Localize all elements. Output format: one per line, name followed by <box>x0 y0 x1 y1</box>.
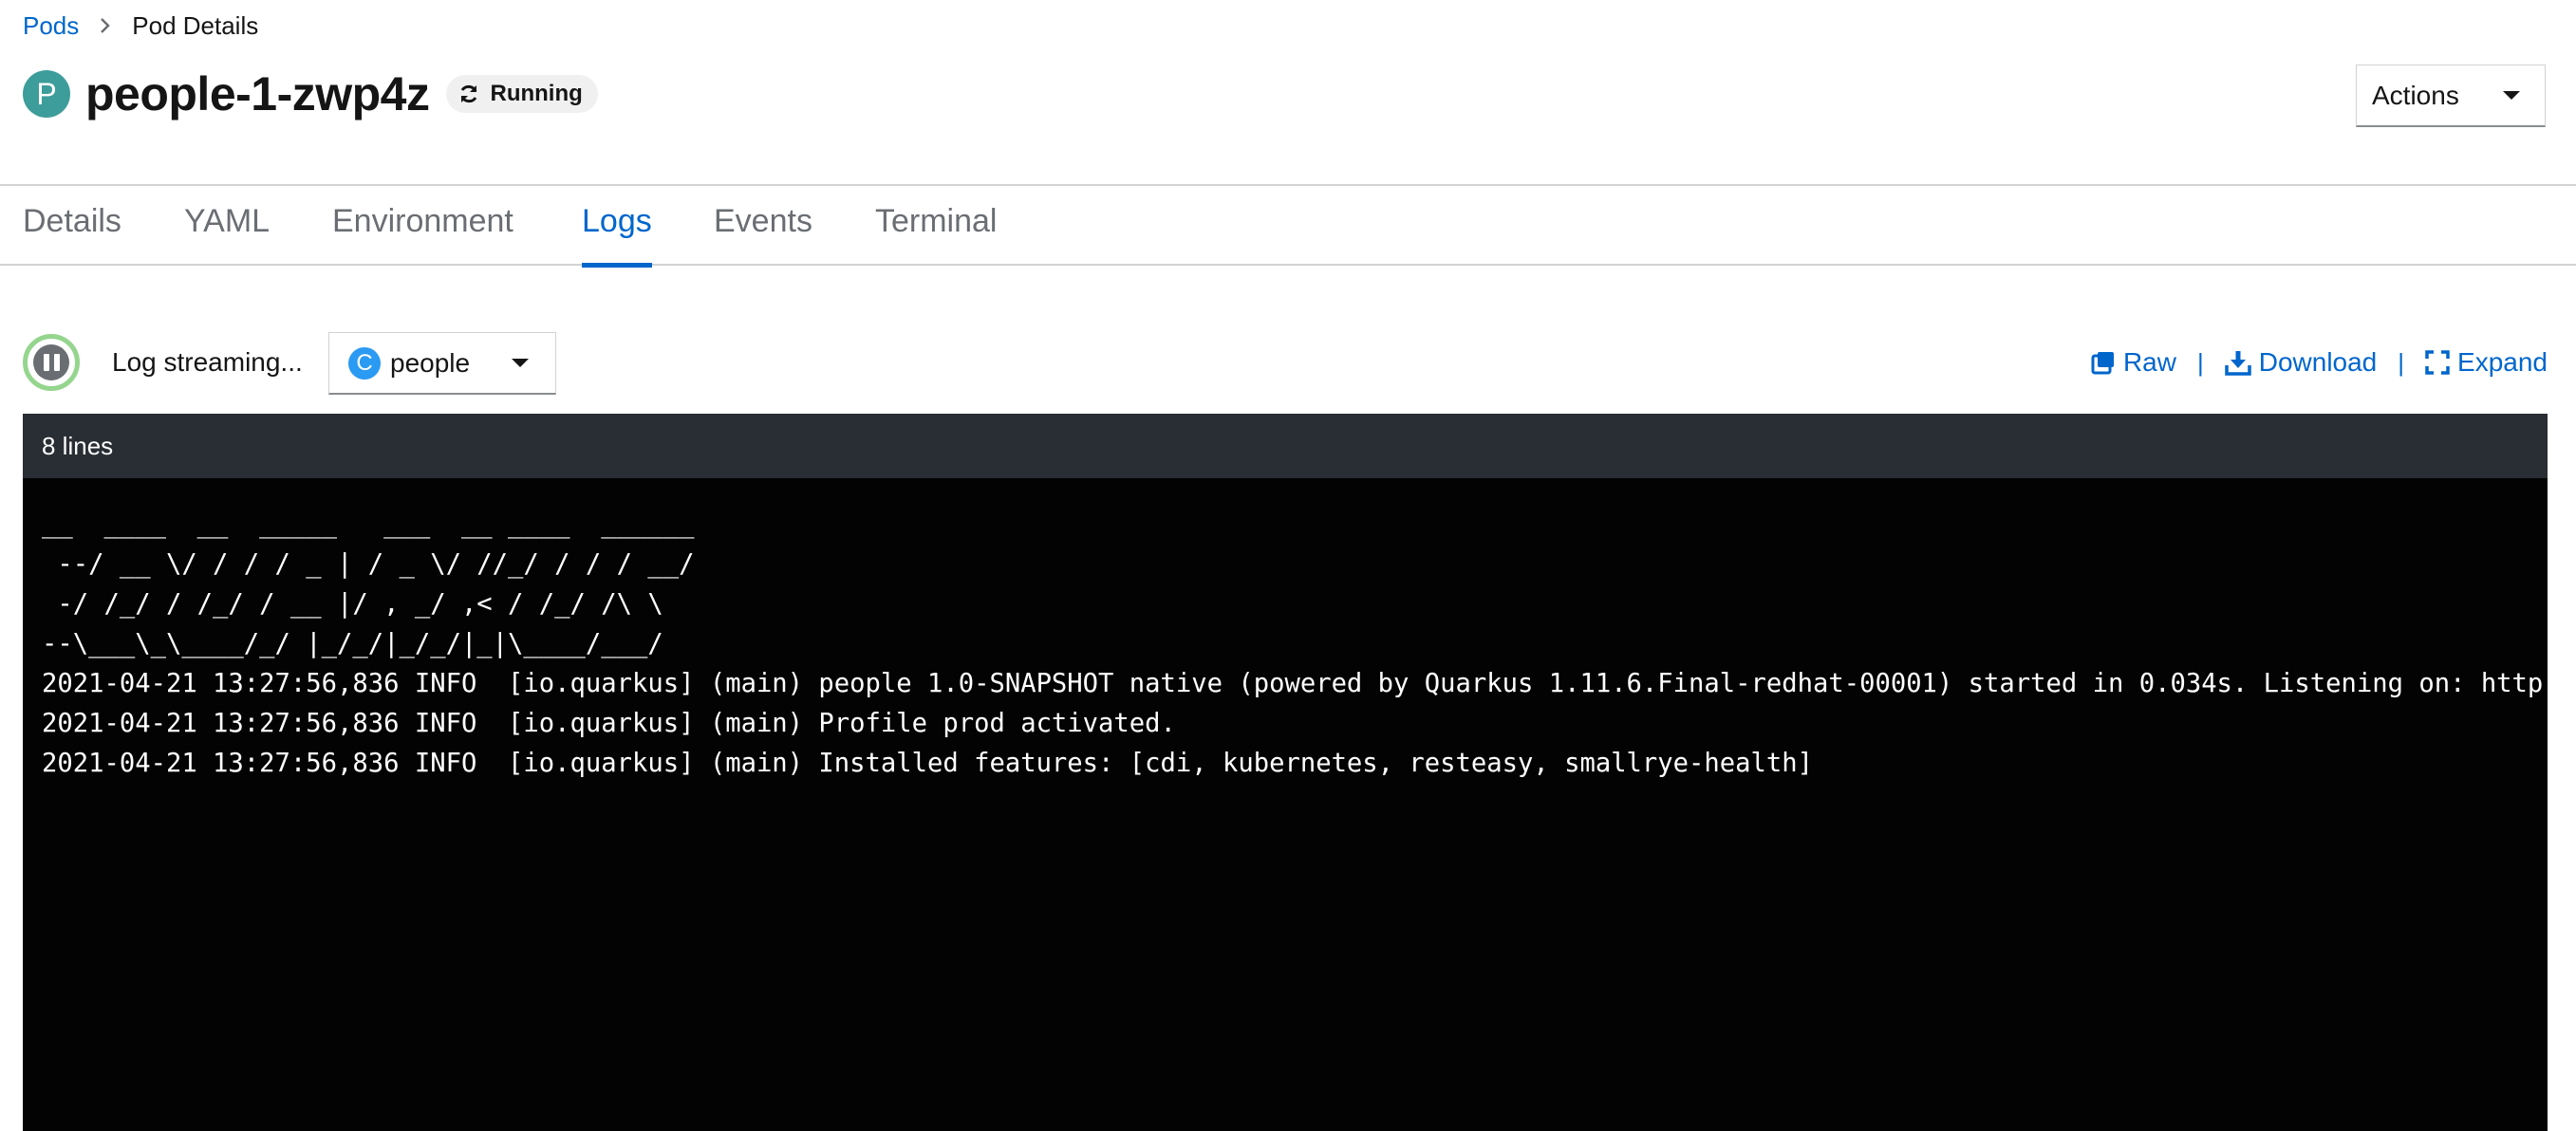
tab-details[interactable]: Details <box>23 203 121 266</box>
log-line: --/ __ \/ / / / _ | / _ \/ //_/ / / / __… <box>42 549 695 579</box>
expand-icon <box>2425 350 2450 375</box>
tab-events[interactable]: Events <box>714 203 812 266</box>
tab-bar: Details YAML Environment Logs Events Ter… <box>0 186 2576 268</box>
pod-resource-badge: P <box>23 70 70 118</box>
sync-icon <box>457 83 480 105</box>
status-text: Running <box>490 81 583 106</box>
expand-label: Expand <box>2457 347 2548 377</box>
expand-link[interactable]: Expand <box>2425 347 2548 378</box>
log-actions: Raw | Download | Expand <box>2091 347 2548 378</box>
log-line: 2021-04-21 13:27:56,836 INFO [io.quarkus… <box>42 669 2548 698</box>
log-output[interactable]: __ ____ __ _____ ___ __ ____ ______ --/ … <box>23 478 2548 1131</box>
line-count-label: 8 lines <box>42 431 114 460</box>
tab-yaml[interactable]: YAML <box>184 203 270 266</box>
divider: | <box>2196 347 2204 377</box>
breadcrumb: Pods Pod Details <box>23 11 258 40</box>
caret-down-icon <box>512 359 529 367</box>
download-icon <box>2224 351 2251 376</box>
log-line-count: 8 lines <box>23 414 2548 478</box>
page-title: people-1-zwp4z <box>85 67 430 121</box>
divider: | <box>2398 347 2405 377</box>
raw-link[interactable]: Raw <box>2091 347 2176 378</box>
tab-environment[interactable]: Environment <box>332 203 513 266</box>
breadcrumb-current: Pod Details <box>132 10 259 40</box>
chevron-right-icon <box>100 17 111 34</box>
log-line: 2021-04-21 13:27:56,836 INFO [io.quarkus… <box>42 749 1813 778</box>
container-name: people <box>390 347 471 378</box>
breadcrumb-link-pods[interactable]: Pods <box>23 11 79 41</box>
pause-streaming-button[interactable] <box>23 334 80 391</box>
tab-logs[interactable]: Logs <box>582 203 652 268</box>
log-line: --\___\_\____/_/ |_/_/|_/_/|_|\____/___/ <box>42 629 663 658</box>
download-link[interactable]: Download <box>2224 347 2378 378</box>
container-select[interactable]: C people <box>328 332 556 395</box>
page-heading: P people-1-zwp4z Running <box>23 63 598 125</box>
raw-label: Raw <box>2122 347 2176 377</box>
actions-label: Actions <box>2372 80 2459 110</box>
log-line: 2021-04-21 13:27:56,836 INFO [io.quarkus… <box>42 709 1176 738</box>
actions-dropdown[interactable]: Actions <box>2356 65 2546 127</box>
container-badge: C <box>348 346 381 380</box>
status-badge: Running <box>446 75 598 113</box>
pause-icon <box>33 344 69 380</box>
caret-down-icon <box>2503 91 2520 100</box>
log-line: -/ /_/ / /_/ / __ |/ , _/ ,< / /_/ /\ \ <box>42 589 663 619</box>
tab-terminal[interactable]: Terminal <box>875 203 997 266</box>
log-line: __ ____ __ _____ ___ __ ____ ______ <box>42 510 695 539</box>
external-window-icon <box>2091 352 2114 375</box>
log-streaming-status: Log streaming... <box>112 347 303 377</box>
download-label: Download <box>2258 347 2378 377</box>
